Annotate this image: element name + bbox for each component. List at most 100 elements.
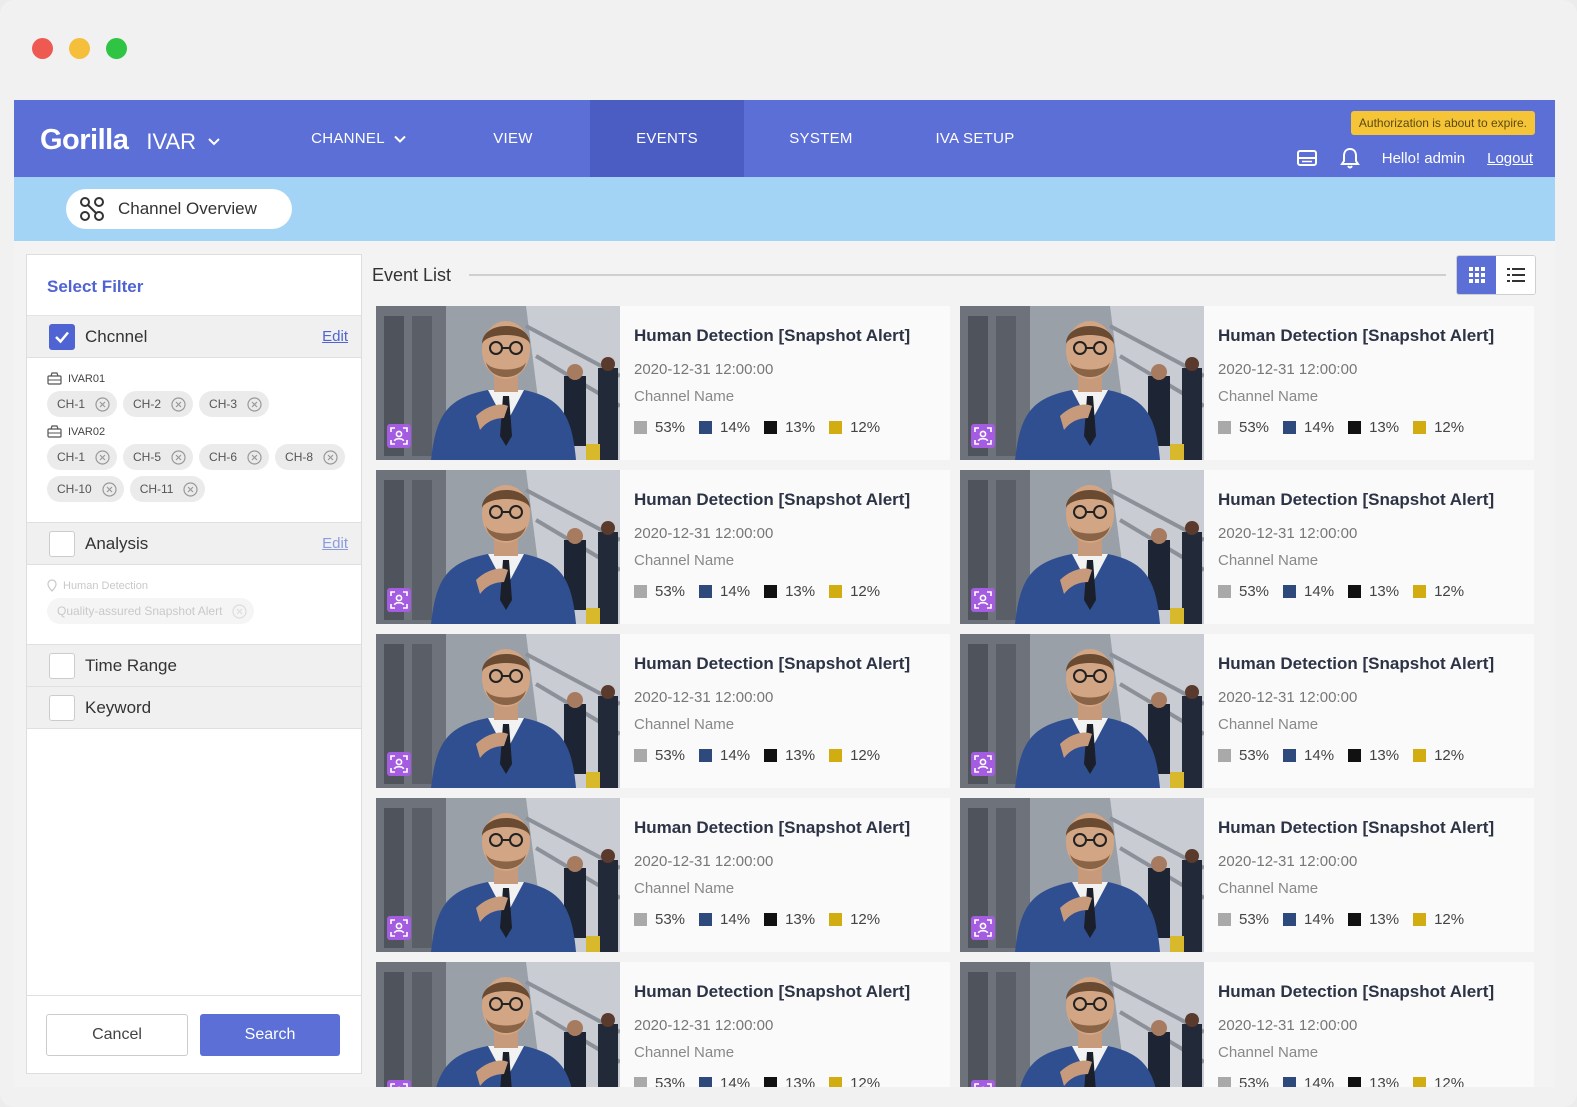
nav-system[interactable]: SYSTEM <box>744 100 898 177</box>
color-percentage: 13% <box>1369 1075 1400 1087</box>
event-title: Human Detection [Snapshot Alert] <box>1218 326 1495 345</box>
event-thumbnail[interactable] <box>376 634 620 788</box>
logout-link[interactable]: Logout <box>1487 150 1533 167</box>
nav-iva-setup[interactable]: IVA SETUP <box>898 100 1052 177</box>
event-thumbnail[interactable] <box>960 306 1204 460</box>
color-swatch <box>1218 913 1231 926</box>
color-stat: 13% <box>1348 747 1399 764</box>
event-thumbnail[interactable] <box>376 962 620 1087</box>
color-stat: 12% <box>829 419 880 436</box>
remove-icon[interactable] <box>247 449 262 465</box>
nav-label: EVENTS <box>636 130 698 147</box>
event-card[interactable]: Human Detection [Snapshot Alert] 2020-12-… <box>960 470 1534 624</box>
color-percentage: 53% <box>1239 419 1270 436</box>
channel-edit-link[interactable]: Edit <box>322 328 348 345</box>
time-range-checkbox[interactable] <box>49 652 75 679</box>
color-percentage: 14% <box>1304 583 1335 600</box>
channel-chip[interactable]: CH-8 <box>275 444 346 470</box>
event-card[interactable]: Human Detection [Snapshot Alert] 2020-12-… <box>376 470 950 624</box>
event-card[interactable]: Human Detection [Snapshot Alert] 2020-12-… <box>960 962 1534 1087</box>
list-view-button[interactable] <box>1496 256 1535 294</box>
analysis-filter-checkbox[interactable] <box>49 530 75 557</box>
brand[interactable]: Gorilla IVAR <box>40 124 222 157</box>
color-stat: 14% <box>1283 583 1334 600</box>
color-swatch <box>1218 585 1231 598</box>
event-thumbnail[interactable] <box>376 470 620 624</box>
minimize-window-button[interactable] <box>69 38 90 59</box>
event-thumbnail[interactable] <box>376 798 620 952</box>
event-channel-name: Channel Name <box>1218 1044 1319 1061</box>
event-channel-name: Channel Name <box>1218 388 1319 405</box>
color-stat: 12% <box>1413 911 1464 928</box>
nav-channel[interactable]: CHANNEL <box>282 100 436 177</box>
channel-chip[interactable]: CH-2 <box>123 391 194 417</box>
device-icon <box>47 425 62 438</box>
nav-label: IVA SETUP <box>935 130 1015 147</box>
analysis-chip[interactable]: Quality-assured Snapshot Alert <box>47 598 255 624</box>
keyword-checkbox[interactable] <box>49 694 75 721</box>
remove-icon[interactable] <box>171 449 186 465</box>
color-swatch <box>1348 1077 1362 1087</box>
color-stat: 53% <box>1218 583 1269 600</box>
channel-chip[interactable]: CH-3 <box>199 391 270 417</box>
close-window-button[interactable] <box>32 38 53 59</box>
event-card[interactable]: Human Detection [Snapshot Alert] 2020-12-… <box>376 306 950 460</box>
event-card[interactable]: Human Detection [Snapshot Alert] 2020-12-… <box>960 798 1534 952</box>
event-thumbnail[interactable] <box>960 470 1204 624</box>
bell-icon[interactable] <box>1339 147 1360 169</box>
remove-icon[interactable] <box>102 481 117 497</box>
event-channel-name: Channel Name <box>1218 552 1319 569</box>
color-swatch <box>699 913 713 926</box>
color-swatch <box>634 1077 647 1087</box>
channel-chip-label: CH-2 <box>133 397 162 411</box>
color-percentage: 14% <box>720 1075 751 1087</box>
event-thumbnail[interactable] <box>376 306 620 460</box>
event-thumbnail[interactable] <box>960 798 1204 952</box>
remove-icon[interactable] <box>323 449 338 465</box>
channel-overview-button[interactable]: Channel Overview <box>66 189 292 229</box>
color-distribution: 53% 14% 13% 12% <box>1218 747 1494 764</box>
analysis-group-name: Human Detection <box>63 579 148 592</box>
color-swatch <box>1413 1077 1427 1087</box>
grid-view-button[interactable] <box>1457 256 1496 294</box>
color-percentage: 12% <box>850 1075 881 1087</box>
color-swatch <box>829 421 843 434</box>
maximize-window-button[interactable] <box>106 38 127 59</box>
channel-chip[interactable]: CH-10 <box>47 476 124 502</box>
person-detect-icon <box>974 591 992 609</box>
remove-icon[interactable] <box>171 396 186 412</box>
channel-chip-label: CH-1 <box>57 397 86 411</box>
remove-icon[interactable] <box>95 449 110 465</box>
channel-chip[interactable]: CH-5 <box>123 444 194 470</box>
remove-icon[interactable] <box>232 603 248 619</box>
keyword-label: Keyword <box>85 697 152 717</box>
color-swatch <box>764 421 778 434</box>
event-thumbnail[interactable] <box>960 962 1204 1087</box>
channel-filter-label: Chcnnel <box>85 326 148 346</box>
event-card[interactable]: Human Detection [Snapshot Alert] 2020-12-… <box>960 634 1534 788</box>
channel-chip[interactable]: CH-1 <box>47 391 118 417</box>
remove-icon[interactable] <box>247 396 262 412</box>
event-card[interactable]: Human Detection [Snapshot Alert] 2020-12-… <box>376 634 950 788</box>
event-card[interactable]: Human Detection [Snapshot Alert] 2020-12-… <box>960 306 1534 460</box>
channel-chip[interactable]: CH-11 <box>129 476 206 502</box>
color-distribution: 53% 14% 13% 12% <box>1218 419 1494 436</box>
search-button[interactable]: Search <box>200 1013 340 1056</box>
nav-events[interactable]: EVENTS <box>590 100 744 177</box>
analysis-edit-link[interactable]: Edit <box>322 535 348 552</box>
event-card[interactable]: Human Detection [Snapshot Alert] 2020-12-… <box>376 962 950 1087</box>
color-stat: 13% <box>764 419 815 436</box>
event-thumbnail[interactable] <box>960 634 1204 788</box>
cancel-button[interactable]: Cancel <box>46 1013 188 1056</box>
remove-icon[interactable] <box>95 396 110 412</box>
remove-icon[interactable] <box>183 481 199 497</box>
channel-filter-checkbox[interactable] <box>49 323 75 350</box>
channel-chip[interactable]: CH-6 <box>199 444 270 470</box>
channel-chip[interactable]: CH-1 <box>47 444 118 470</box>
color-stat: 12% <box>1413 583 1464 600</box>
storage-icon[interactable] <box>1296 149 1318 167</box>
event-card[interactable]: Human Detection [Snapshot Alert] 2020-12-… <box>376 798 950 952</box>
nav-view[interactable]: VIEW <box>436 100 590 177</box>
color-percentage: 12% <box>1434 911 1465 928</box>
color-stat: 14% <box>699 911 750 928</box>
